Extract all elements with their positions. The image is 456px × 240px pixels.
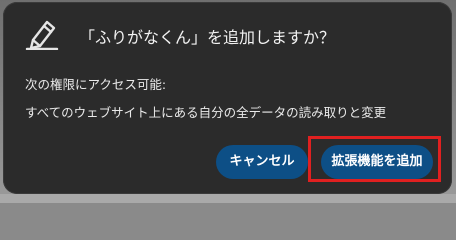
background-strip [0, 194, 456, 203]
permission-heading: 次の権限にアクセス可能: [25, 77, 167, 92]
permission-item: すべてのウェブサイト上にある自分の全データの読み取りと変更 [25, 105, 387, 120]
cancel-button[interactable]: キャンセル [216, 145, 308, 179]
pen-icon [25, 20, 59, 50]
highlight-box [308, 136, 441, 182]
dialog-title: 「ふりがなくん」を追加しますか？ [79, 28, 336, 47]
